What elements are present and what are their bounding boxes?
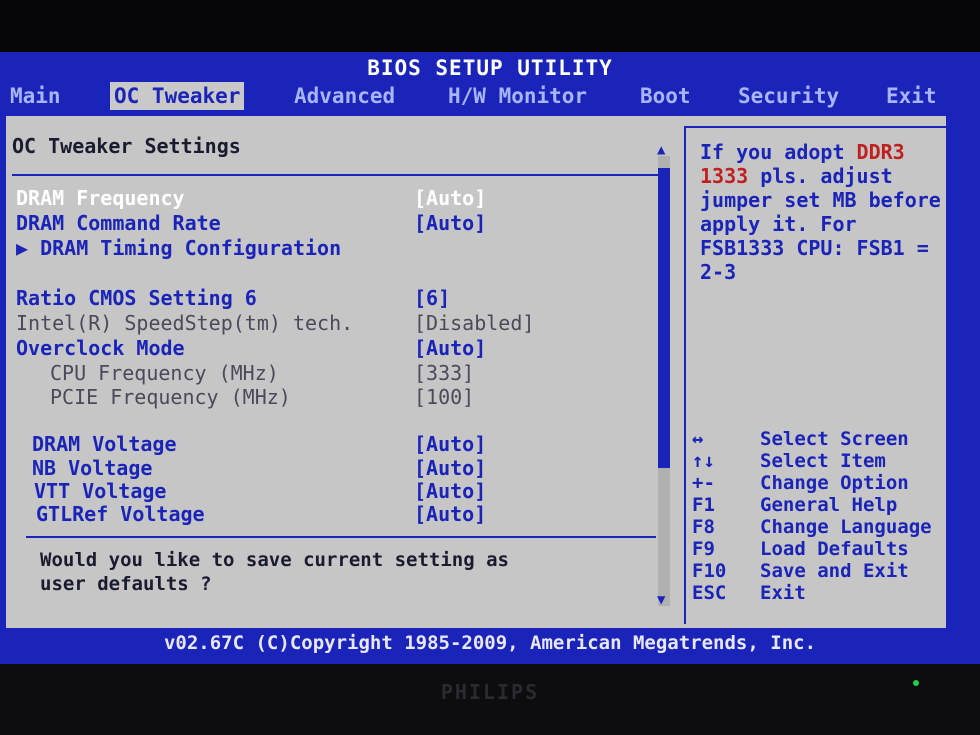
setting-value: [Disabled] — [414, 311, 535, 335]
setting-label: Intel(R) SpeedStep(tm) tech. — [16, 311, 354, 335]
tab-hw-monitor[interactable]: H/W Monitor — [444, 82, 591, 110]
key-description: Load Defaults — [760, 538, 909, 560]
setting-label: DRAM Frequency — [16, 186, 185, 210]
setting-value: [333] — [414, 361, 475, 385]
setting-label: CPU Frequency (MHz) — [50, 361, 279, 385]
key-description: Exit — [760, 582, 806, 604]
key-label: F8 — [692, 516, 715, 538]
setting-dram-voltage[interactable]: DRAM Voltage [Auto] — [6, 432, 666, 456]
power-led-icon — [913, 680, 919, 686]
key-label: F9 — [692, 538, 715, 560]
help-pane: If you adopt DDR3 1333 pls. adjust jumpe… — [684, 126, 950, 624]
scroll-up-arrow-icon[interactable]: ▲ — [657, 142, 665, 158]
key-description: Save and Exit — [760, 560, 909, 582]
help-text: If you adopt DDR3 1333 pls. adjust jumpe… — [700, 140, 948, 284]
setting-label: VTT Voltage — [34, 479, 167, 503]
setting-value[interactable]: [Auto] — [414, 479, 486, 503]
setting-gtlref-voltage[interactable]: GTLRef Voltage [Auto] — [6, 502, 666, 526]
monitor-bezel-top — [0, 0, 980, 52]
setting-speedstep: Intel(R) SpeedStep(tm) tech. [Disabled] — [6, 311, 666, 335]
key-legend-row: +- Change Option — [692, 472, 942, 494]
menu-bar: Main OC Tweaker Advanced H/W Monitor Boo… — [0, 80, 980, 114]
setting-nb-voltage[interactable]: NB Voltage [Auto] — [6, 456, 666, 480]
setting-dram-timing-configuration[interactable]: ▶ DRAM Timing Configuration — [6, 236, 666, 260]
key-legend-row: ↔ Select Screen — [692, 428, 942, 450]
key-description: Change Language — [760, 516, 932, 538]
key-label: F1 — [692, 494, 715, 516]
content-area: OC Tweaker Settings DRAM Frequency [Auto… — [6, 116, 950, 628]
submenu-link[interactable]: ▶ DRAM Timing Configuration — [16, 236, 341, 260]
setting-dram-frequency[interactable]: DRAM Frequency [Auto] — [6, 186, 666, 210]
key-legend-row: F8 Change Language — [692, 516, 942, 538]
setting-label: DRAM Command Rate — [16, 211, 221, 235]
key-legend-row: ESC Exit — [692, 582, 942, 604]
key-legend-row: F1 General Help — [692, 494, 942, 516]
setting-value[interactable]: [Auto] — [414, 336, 486, 360]
setting-value[interactable]: [Auto] — [414, 456, 486, 480]
setting-dram-command-rate[interactable]: DRAM Command Rate [Auto] — [6, 211, 666, 235]
monitor-brand-logo: PHILIPS — [440, 680, 540, 704]
divider — [26, 536, 656, 538]
key-legend-row: F10 Save and Exit — [692, 560, 942, 582]
key-legend: ↔ Select Screen ↑↓ Select Item +- Change Op… — [692, 428, 942, 604]
key-description: General Help — [760, 494, 898, 516]
setting-label: NB Voltage — [32, 456, 153, 480]
setting-value[interactable]: [Auto] — [414, 432, 486, 456]
setting-cpu-frequency: CPU Frequency (MHz) [333] — [6, 361, 666, 385]
pane-title: OC Tweaker Settings — [12, 134, 241, 158]
setting-vtt-voltage[interactable]: VTT Voltage [Auto] — [6, 479, 666, 503]
key-legend-row: ↑↓ Select Item — [692, 450, 942, 472]
tab-advanced[interactable]: Advanced — [290, 82, 399, 110]
setting-value: [100] — [414, 385, 475, 409]
setting-label: DRAM Voltage — [32, 432, 177, 456]
tab-exit[interactable]: Exit — [882, 82, 941, 110]
tab-security[interactable]: Security — [734, 82, 843, 110]
copyright-footer: v02.67C (C)Copyright 1985-2009, American… — [163, 632, 817, 654]
help-text-part: If you adopt — [700, 140, 857, 164]
setting-label: GTLRef Voltage — [36, 502, 205, 526]
settings-pane: OC Tweaker Settings DRAM Frequency [Auto… — [6, 116, 681, 628]
plus-minus-icon: +- — [692, 472, 715, 494]
setting-label: Overclock Mode — [16, 336, 185, 360]
key-description: Select Item — [760, 450, 886, 472]
setting-value[interactable]: [Auto] — [414, 502, 486, 526]
setting-label: PCIE Frequency (MHz) — [50, 385, 291, 409]
save-defaults-message: Would you like to save current setting a… — [40, 549, 509, 595]
key-description: Change Option — [760, 472, 909, 494]
divider — [12, 174, 662, 176]
tab-main[interactable]: Main — [6, 82, 65, 110]
key-legend-row: F9 Load Defaults — [692, 538, 942, 560]
tab-oc-tweaker[interactable]: OC Tweaker — [110, 82, 245, 110]
key-description: Select Screen — [760, 428, 909, 450]
setting-value[interactable]: [Auto] — [414, 211, 486, 235]
bios-title: BIOS SETUP UTILITY — [367, 56, 613, 80]
scrollbar-thumb[interactable] — [658, 168, 670, 468]
setting-value[interactable]: [Auto] — [414, 186, 486, 210]
setting-overclock-mode[interactable]: Overclock Mode [Auto] — [6, 336, 666, 360]
setting-pcie-frequency: PCIE Frequency (MHz) [100] — [6, 385, 666, 409]
setting-value[interactable]: [6] — [414, 286, 450, 310]
tab-boot[interactable]: Boot — [636, 82, 695, 110]
key-label: F10 — [692, 560, 727, 582]
setting-label: Ratio CMOS Setting 6 — [16, 286, 257, 310]
scroll-down-arrow-icon[interactable]: ▼ — [657, 592, 665, 608]
key-label: ESC — [692, 582, 727, 604]
setting-ratio-cmos[interactable]: Ratio CMOS Setting 6 [6] — [6, 286, 666, 310]
arrow-left-right-icon: ↔ — [692, 428, 704, 450]
arrow-up-down-icon: ↑↓ — [692, 450, 715, 472]
